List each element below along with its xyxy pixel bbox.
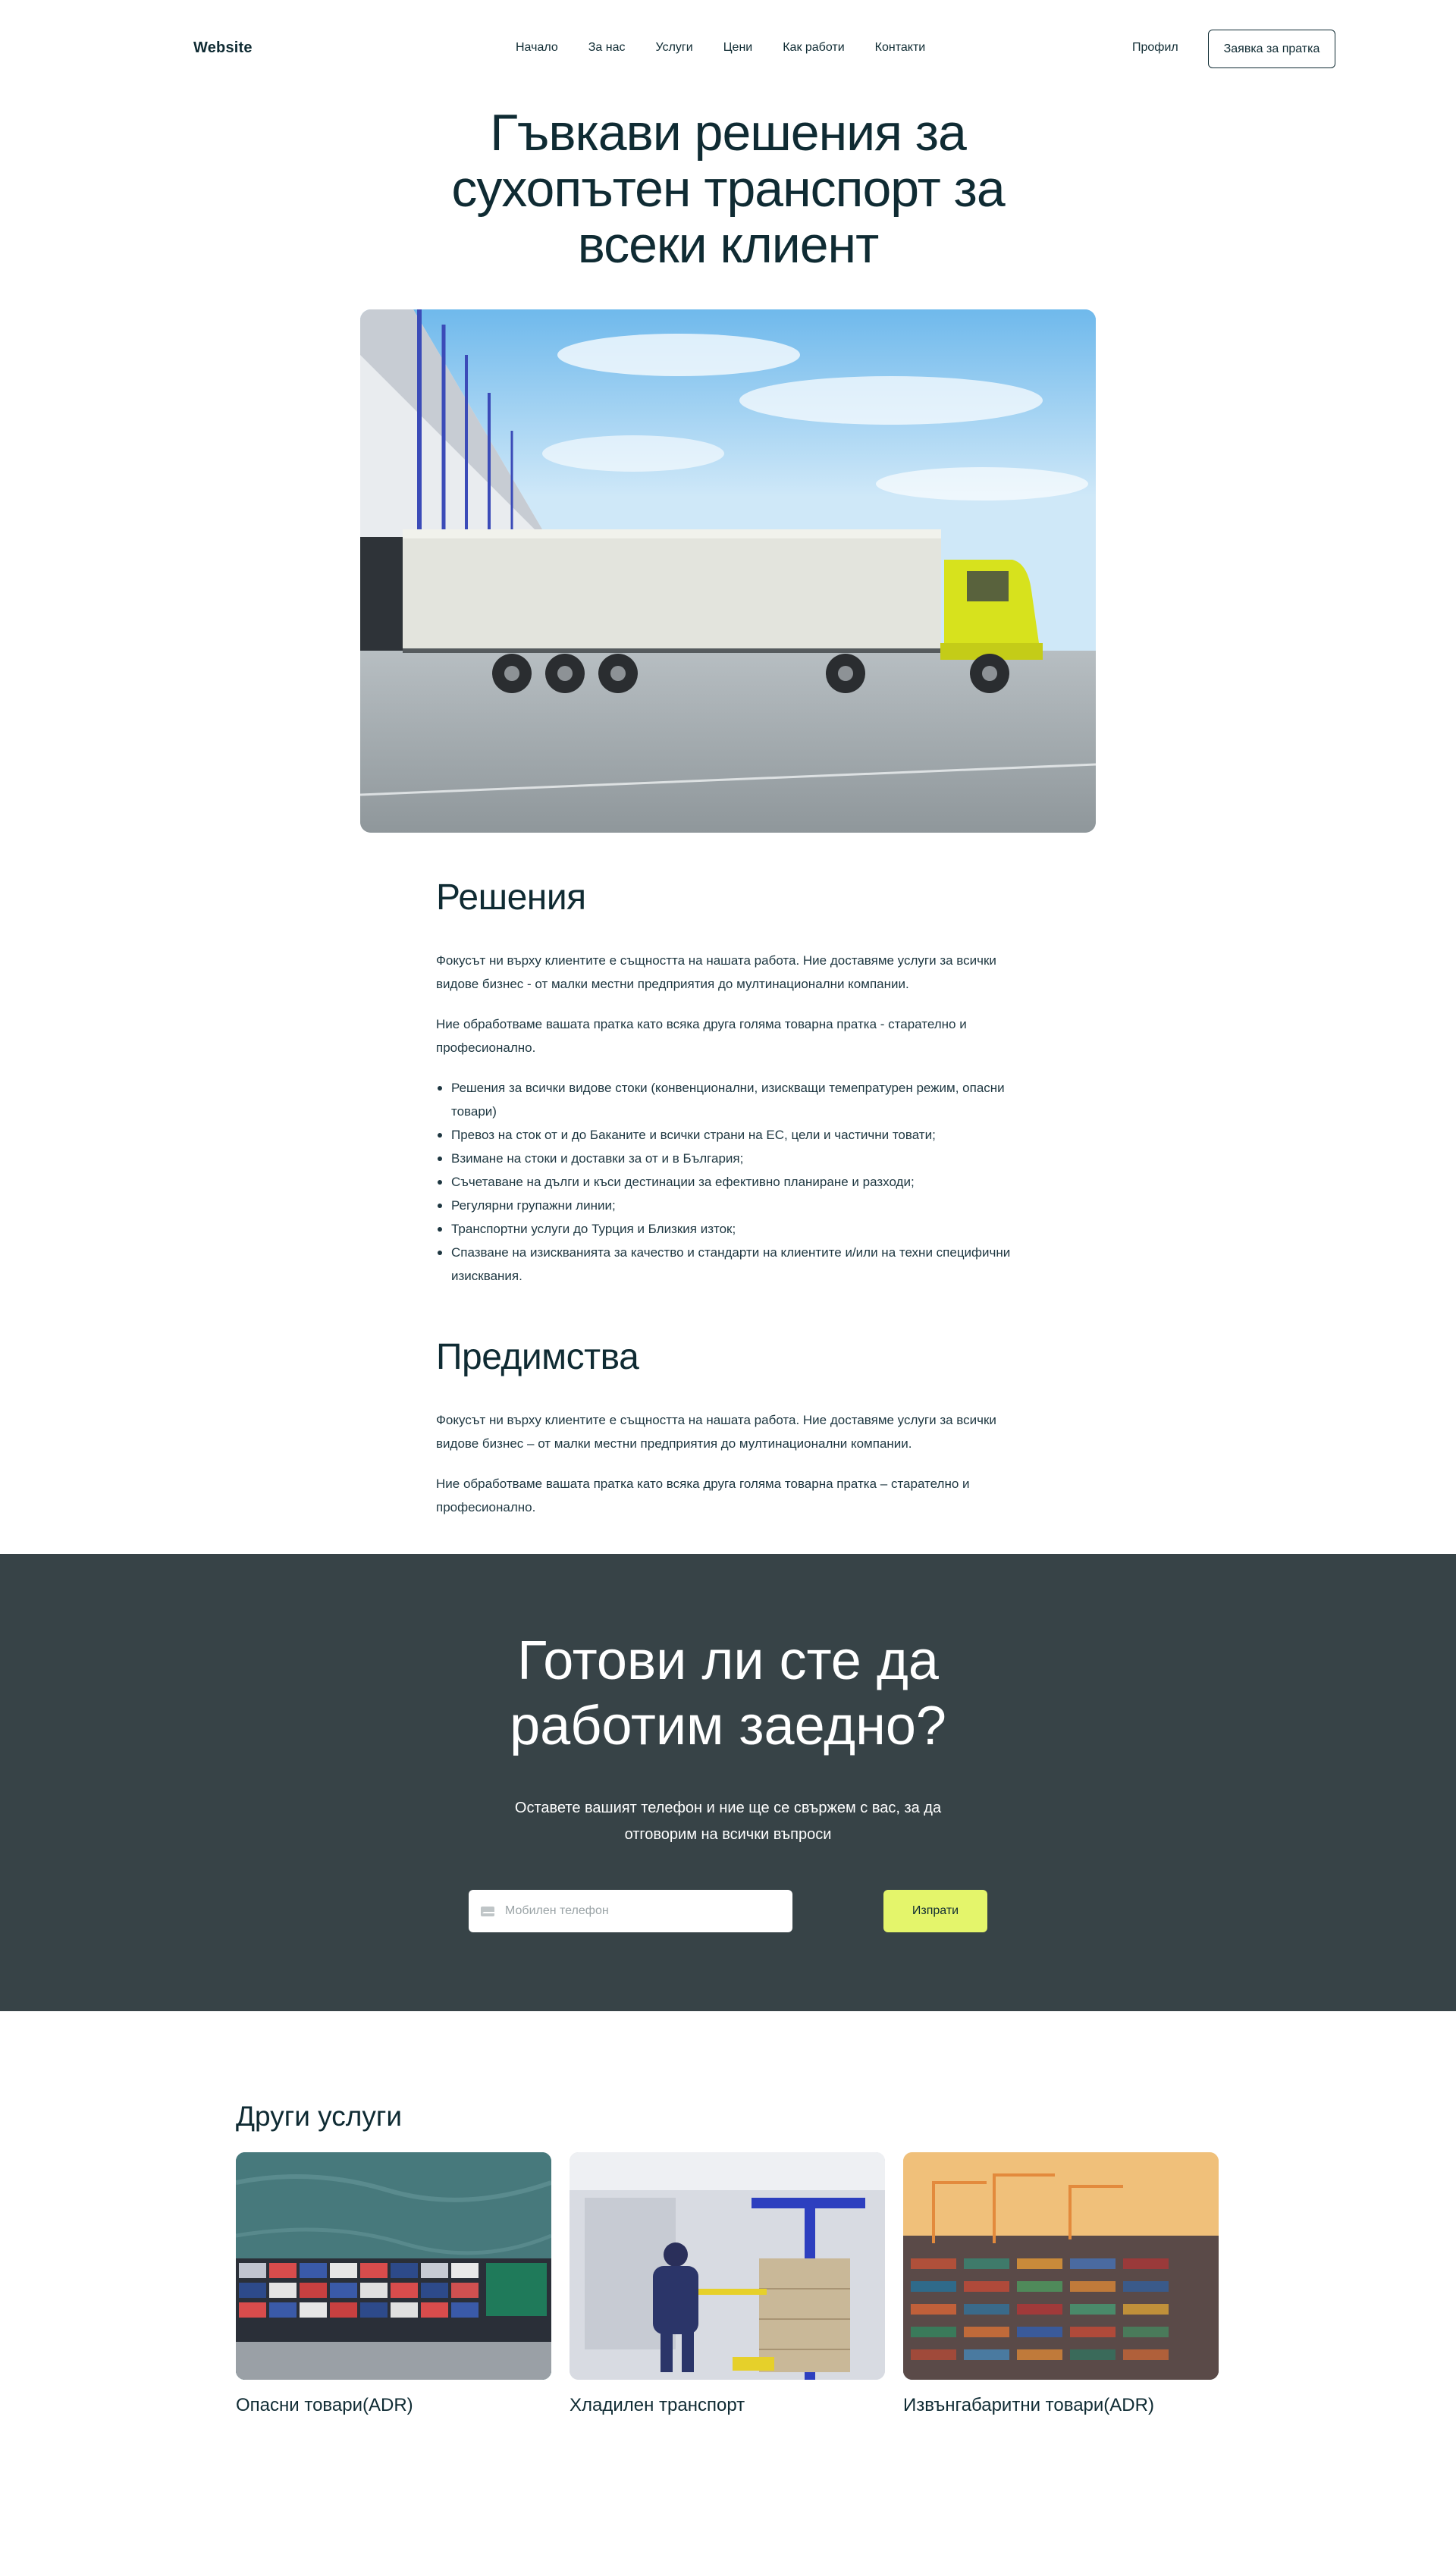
solutions-list: Решения за всички видове стоки (конвенци… <box>436 1076 1020 1288</box>
main-nav: Начало За нас Услуги Цени Как работи Кон… <box>516 41 925 55</box>
shipment-request-button[interactable]: Заявка за пратка <box>1208 30 1335 68</box>
mail-icon <box>481 1906 494 1916</box>
send-button[interactable]: Изпрати <box>883 1890 987 1932</box>
service-card-label: Опасни товари(ADR) <box>236 2395 413 2415</box>
advantages-paragraph: Фокусът ни върху клиентите е същността н… <box>436 1413 996 1451</box>
list-item: Транспортни услуги до Турция и Близкия и… <box>436 1217 1020 1241</box>
cold-storage-image <box>570 2152 885 2380</box>
list-item: Превоз на сток от и до Баканите и всички… <box>436 1123 1020 1147</box>
cta-title-text: Готови ли сте да работим заедно? <box>510 1630 946 1756</box>
service-card-oversized[interactable]: Извънгабаритни товари(ADR) <box>903 2152 1219 2416</box>
hero-title: Гъвкави решения за сухопътен транспорт з… <box>451 104 1005 274</box>
phone-input[interactable] <box>505 1904 763 1918</box>
other-services-section: Други услуги Опасни товари(ADR) Хладилен… <box>236 2101 1220 2480</box>
other-services-title: Други услуги <box>236 2101 403 2132</box>
nav-item-services[interactable]: Услуги <box>656 41 693 55</box>
site-header: Website Начало За нас Услуги Цени Как ра… <box>0 0 1456 99</box>
advantages-section: Предимства Фокусът ни върху клиентите е … <box>436 1336 1020 1519</box>
list-item: Взимане на стоки и доставки за от и в Бъ… <box>436 1147 1020 1170</box>
service-card-label: Извънгабаритни товари(ADR) <box>903 2395 1154 2415</box>
container-port-image <box>903 2152 1219 2380</box>
service-card-adr[interactable]: Опасни товари(ADR) <box>236 2152 551 2416</box>
nav-item-how-it-works[interactable]: Как работи <box>783 41 844 55</box>
list-item: Съчетаване на дълги и къси дестинации за… <box>436 1170 1020 1194</box>
solutions-title: Решения <box>436 877 586 918</box>
profile-link[interactable]: Профил <box>1132 41 1178 55</box>
solutions-section: Решения Фокусът ни върху клиентите е същ… <box>436 877 1020 1288</box>
solutions-paragraph: Ние обработваме вашата пратка като всяка… <box>436 1017 967 1055</box>
nav-item-about[interactable]: За нас <box>588 41 626 55</box>
site-logo[interactable]: Website <box>193 39 253 57</box>
hero-truck-image <box>360 309 1096 833</box>
service-card-label: Хладилен транспорт <box>570 2395 745 2415</box>
cta-subtitle-text: Оставете вашият телефон и ние ще се свър… <box>514 1800 942 1843</box>
advantages-title: Предимства <box>436 1337 639 1377</box>
nav-item-contacts[interactable]: Контакти <box>875 41 926 55</box>
list-item: Регулярни групажни линии; <box>436 1194 1020 1217</box>
nav-item-prices[interactable]: Цени <box>723 41 753 55</box>
phone-field[interactable] <box>469 1890 792 1932</box>
service-card-refrigerated[interactable]: Хладилен транспорт <box>570 2152 885 2416</box>
advantages-paragraph: Ние обработваме вашата пратка като всяка… <box>436 1477 970 1514</box>
cta-subtitle: Оставете вашият телефон и ние ще се свър… <box>0 1795 1456 1848</box>
solutions-paragraph: Фокусът ни върху клиентите е същността н… <box>436 953 996 991</box>
cta-title: Готови ли сте да работим заедно? <box>0 1628 1456 1759</box>
cargo-ship-image <box>236 2152 551 2380</box>
nav-item-home[interactable]: Начало <box>516 41 558 55</box>
service-cards: Опасни товари(ADR) Хладилен транспорт Из… <box>236 2152 1220 2416</box>
contact-cta-band: Готови ли сте да работим заедно? Оставет… <box>0 1554 1456 2011</box>
truck-illustration <box>360 309 1096 833</box>
list-item: Решения за всички видове стоки (конвенци… <box>436 1076 1020 1123</box>
list-item: Спазване на изискванията за качество и с… <box>436 1241 1020 1288</box>
